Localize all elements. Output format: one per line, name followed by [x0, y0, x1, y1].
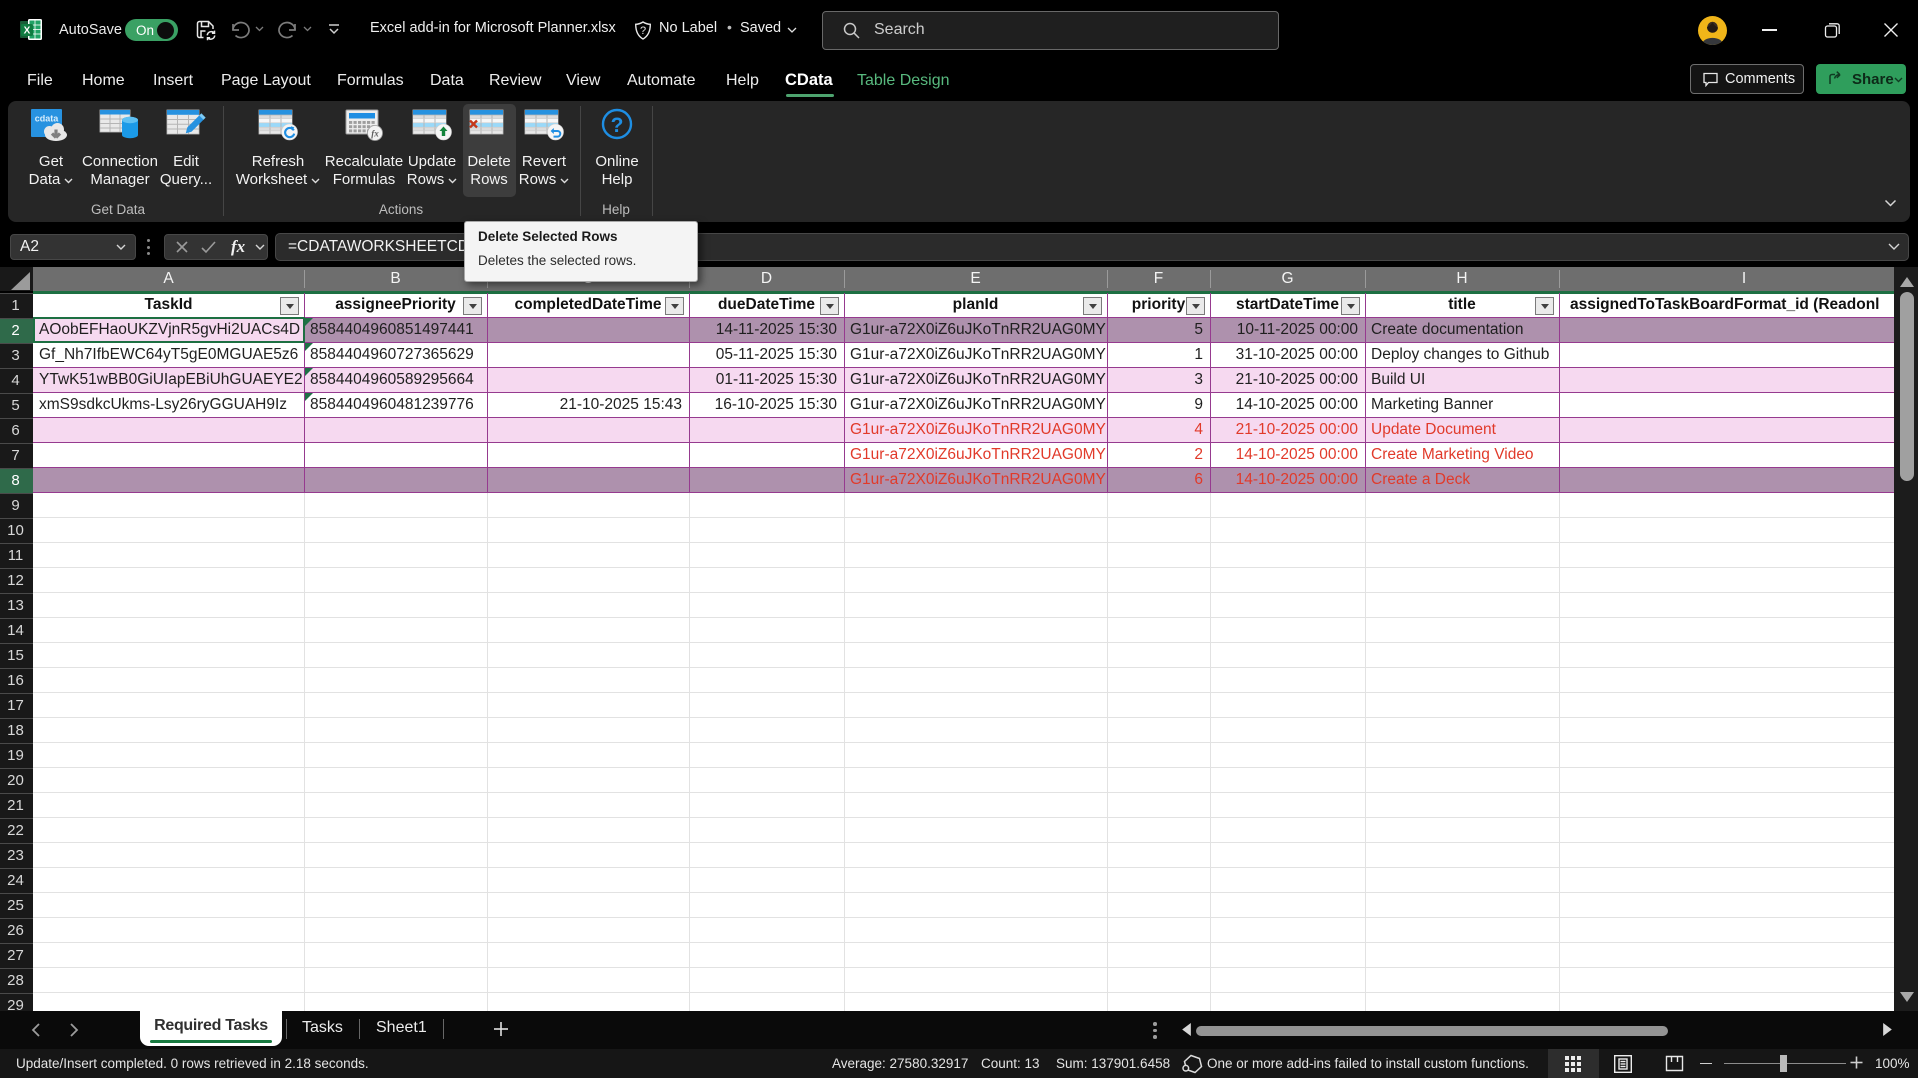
svg-text:cdata: cdata: [35, 114, 60, 124]
svg-text:?: ?: [640, 25, 646, 37]
svg-text:fx: fx: [371, 129, 379, 139]
svg-text:X: X: [24, 26, 31, 37]
svg-text:?: ?: [611, 114, 624, 137]
